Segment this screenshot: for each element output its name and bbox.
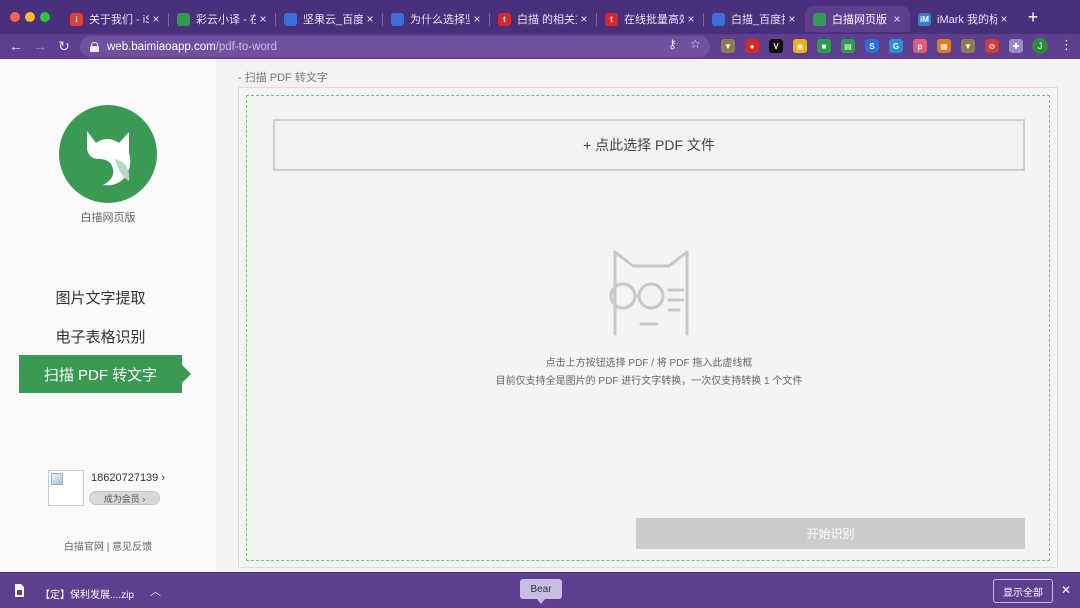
close-tab-icon[interactable]: × [256,12,270,26]
shield-icon[interactable]: ▼ [961,39,975,53]
upload-panel: + 点此选择 PDF 文件 点击上方按钮选择 PDF / 将 PDF 拖入此虚线… [238,87,1058,568]
caiyun-icon [177,12,190,26]
browser-tab[interactable]: t 白描 的相关文 × [490,6,597,32]
menu-item-table-ocr[interactable]: 电子表格识别 [19,317,182,355]
sidebar: 白描网页版 图片文字提取 电子表格识别 扫描 PDF 转文字 186207271… [0,59,216,572]
menu-item-pdf-ocr[interactable]: 扫描 PDF 转文字 [19,355,191,393]
menu-item-image-ocr[interactable]: 图片文字提取 [19,278,182,316]
breadcrumb: - 扫描 PDF 转文字 [238,72,328,84]
close-tab-icon[interactable]: × [997,12,1011,26]
close-tab-icon[interactable]: × [577,12,591,26]
url-path: /pdf-to-word [215,40,278,53]
browser-tab[interactable]: 为什么选择坚果 × [383,6,490,32]
close-window-button[interactable] [10,12,20,22]
browser-tab[interactable]: iM iMark 我的标注 × [910,6,1017,32]
start-recognition-button[interactable]: 开始识别 [636,518,1025,549]
address-bar[interactable]: web.baimiaoapp.com/pdf-to-word [80,36,710,57]
p-icon[interactable]: p [913,39,927,53]
new-tab-icon[interactable]: + [1024,8,1042,27]
drop-zone[interactable]: + 点此选择 PDF 文件 点击上方按钮选择 PDF / 将 PDF 拖入此虚线… [246,95,1050,561]
web-page: 白描网页版 图片文字提取 电子表格识别 扫描 PDF 转文字 186207271… [0,59,1080,572]
download-bar: 【定】保利发展....zip ︿ Bear 显示全部 ✕ [0,572,1080,608]
close-tab-icon[interactable]: × [785,12,799,26]
chevron-up-icon[interactable]: ︿ [150,583,161,599]
compass-icon[interactable]: ⊘ [985,39,999,53]
forward-arrow-icon[interactable]: → [31,37,49,55]
show-all-button[interactable]: 显示全部 [993,579,1053,603]
reload-icon[interactable]: ↻ [55,37,73,55]
browser-tab[interactable]: 白描_百度搜索 × [704,6,805,32]
puzzle-icon[interactable]: ✚ [1009,39,1023,53]
toutiao-icon: t [498,12,511,26]
lock-icon [90,41,99,52]
close-tab-icon[interactable]: × [684,12,698,26]
browser-tab[interactable]: i 关于我们 - iSlid × [62,6,169,32]
close-tab-icon[interactable]: × [470,12,484,26]
globe-icon[interactable]: G [889,39,903,53]
empty-state-cat-icon [609,250,689,336]
baidu-icon [284,12,297,26]
become-member-button[interactable]: 成为会员 › [89,491,160,505]
baimiao-icon [813,12,826,26]
main-content: - 扫描 PDF 转文字 + 点此选择 PDF 文件 点击上方按钮选择 PDF … [216,59,1080,572]
browser-tab[interactable]: 彩云小译 - 在线 × [169,6,276,32]
more-menu-icon[interactable]: ⋮ [1060,37,1073,53]
file-icon [15,584,24,597]
evernote-icon[interactable]: ■ [817,39,831,53]
baidu-icon [391,12,404,26]
url-host: web.baimiaoapp.com [107,40,216,53]
download-file-name[interactable]: 【定】保利发展....zip [40,586,134,601]
profile-avatar[interactable]: J [1032,38,1048,54]
sheets-icon[interactable]: ▤ [841,39,855,53]
user-phone[interactable]: 18620727139 › [91,472,165,484]
islide-icon: i [70,12,83,26]
maximize-window-button[interactable] [40,12,50,22]
close-icon[interactable]: ✕ [1061,583,1071,597]
browser-tab-active[interactable]: 白描网页版 - 白 × [805,6,910,32]
browser-tab[interactable]: t 在线批量高效 × [597,6,704,32]
support-hint: 目前仅支持全是图片的 PDF 进行文字转换，一次仅支持转换 1 个文件 [495,376,803,387]
browser-tab-strip: i 关于我们 - iSlid × 彩云小译 - 在线 × 坚果云_百度搜索 × … [0,0,1080,34]
imark-icon: iM [918,12,931,26]
key-icon[interactable]: ⚷ [668,37,677,51]
back-arrow-icon[interactable]: ← [7,37,25,55]
browser-toolbar: ← → ↻ web.baimiaoapp.com/pdf-to-word ⚷ ☆… [0,34,1080,59]
select-pdf-button[interactable]: + 点此选择 PDF 文件 [273,119,1025,171]
drop-hint: 点击上方按钮选择 PDF / 将 PDF 拖入此虚线框 [545,358,753,369]
shield-icon[interactable]: ▼ [721,39,735,53]
user-avatar[interactable] [48,470,84,506]
app-name: 白描网页版 [80,212,136,224]
chrome-ext-icon[interactable]: ◉ [793,39,807,53]
browser-tab[interactable]: 坚果云_百度搜索 × [276,6,383,32]
close-tab-icon[interactable]: × [149,12,163,26]
minimize-window-button[interactable] [25,12,35,22]
vimium-icon[interactable]: V [769,39,783,53]
toutiao-icon: t [605,12,618,26]
star-icon[interactable]: ☆ [690,37,701,51]
close-tab-icon[interactable]: × [890,12,904,26]
baimiao-logo [59,105,157,203]
bear-tooltip: Bear [520,579,562,604]
close-tab-icon[interactable]: × [363,12,377,26]
footer-links[interactable]: 白描官网 | 意见反馈 [0,538,216,553]
adblock-icon[interactable]: ● [745,39,759,53]
baidu-icon [712,12,725,26]
palette-icon[interactable]: ▦ [937,39,951,53]
s-icon[interactable]: S [865,39,879,53]
